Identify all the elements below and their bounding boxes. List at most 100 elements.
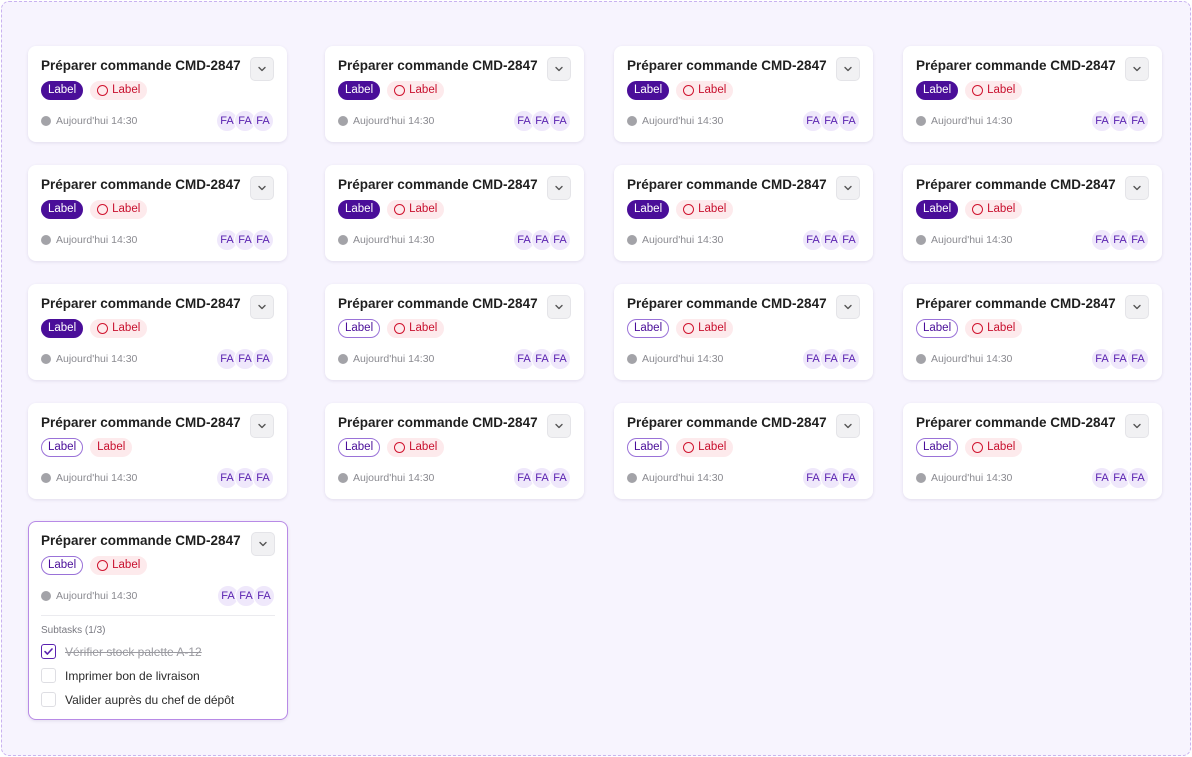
expand-button[interactable] xyxy=(836,295,860,319)
task-card-expanded[interactable]: Préparer commande CMD-2847 Label Label Aujo… xyxy=(28,521,288,720)
task-card[interactable]: Préparer commande CMD-2847 Label Label Aujo… xyxy=(28,403,287,499)
task-card[interactable]: Préparer commande CMD-2847 Label Label Aujo… xyxy=(325,284,584,380)
tag-list: Label Label xyxy=(338,200,571,219)
label-tag[interactable]: Label xyxy=(41,556,84,575)
subtask-item[interactable]: Imprimer bon de livraison xyxy=(41,667,275,684)
avatar[interactable]: FA xyxy=(253,585,275,607)
label-tag-red[interactable]: Label xyxy=(676,319,734,338)
subtask-checkbox[interactable] xyxy=(41,644,56,659)
label-tag[interactable]: Label xyxy=(916,438,959,457)
expand-button[interactable] xyxy=(547,295,571,319)
expand-button[interactable] xyxy=(1125,176,1149,200)
chevron-down-icon xyxy=(1132,302,1142,312)
label-tag[interactable]: Label xyxy=(338,200,381,219)
expand-button[interactable] xyxy=(547,414,571,438)
task-card[interactable]: Préparer commande CMD-2847 Label Label Aujo… xyxy=(325,46,584,142)
task-title: Préparer commande CMD-2847 xyxy=(627,296,827,311)
label-tag[interactable]: Label xyxy=(627,81,670,100)
task-card[interactable]: Préparer commande CMD-2847 Label Label Aujo… xyxy=(28,165,287,261)
avatar[interactable]: FA xyxy=(549,348,571,370)
label-tag-red[interactable]: Label xyxy=(90,200,148,219)
avatar[interactable]: FA xyxy=(838,348,860,370)
label-tag[interactable]: Label xyxy=(41,438,84,457)
label-tag-red[interactable]: Label xyxy=(676,200,734,219)
task-card[interactable]: Préparer commande CMD-2847 Label Label Aujo… xyxy=(903,46,1162,142)
task-card[interactable]: Préparer commande CMD-2847 Label Label Aujo… xyxy=(28,284,287,380)
label-tag[interactable]: Label xyxy=(627,438,670,457)
avatar[interactable]: FA xyxy=(1127,229,1149,251)
assignee-avatars: FA FA FA xyxy=(216,467,274,489)
avatar[interactable]: FA xyxy=(252,348,274,370)
label-tag[interactable]: Label xyxy=(916,200,959,219)
task-card[interactable]: Préparer commande CMD-2847 Label Label Aujo… xyxy=(614,403,873,499)
expand-button[interactable] xyxy=(547,176,571,200)
label-tag-red[interactable]: Label xyxy=(90,438,133,457)
expand-button[interactable] xyxy=(250,57,274,81)
label-tag-red[interactable]: Label xyxy=(387,319,445,338)
label-tag-red[interactable]: Label xyxy=(965,200,1023,219)
expand-button[interactable] xyxy=(1125,57,1149,81)
avatar[interactable]: FA xyxy=(1127,348,1149,370)
avatar[interactable]: FA xyxy=(1127,467,1149,489)
label-tag[interactable]: Label xyxy=(338,81,381,100)
task-card[interactable]: Préparer commande CMD-2847 Label Label Aujo… xyxy=(28,46,287,142)
label-tag[interactable]: Label xyxy=(916,81,959,100)
label-tag-red[interactable]: Label xyxy=(387,200,445,219)
label-tag-red[interactable]: Label xyxy=(965,438,1023,457)
avatar[interactable]: FA xyxy=(838,467,860,489)
expand-button[interactable] xyxy=(1125,414,1149,438)
subtask-checkbox[interactable] xyxy=(41,692,56,707)
avatar[interactable]: FA xyxy=(252,110,274,132)
expand-button[interactable] xyxy=(836,414,860,438)
subtask-checkbox[interactable] xyxy=(41,668,56,683)
label-tag[interactable]: Label xyxy=(41,200,84,219)
expand-button[interactable] xyxy=(250,295,274,319)
avatar[interactable]: FA xyxy=(549,229,571,251)
label-tag-red[interactable]: Label xyxy=(387,81,445,100)
task-card[interactable]: Préparer commande CMD-2847 Label Label Aujo… xyxy=(325,165,584,261)
circle-icon xyxy=(683,85,695,96)
label-tag[interactable]: Label xyxy=(627,319,670,338)
task-card[interactable]: Préparer commande CMD-2847 Label Label Aujo… xyxy=(614,165,873,261)
label-tag-red[interactable]: Label xyxy=(90,81,148,100)
label-tag[interactable]: Label xyxy=(338,438,381,457)
label-tag-red[interactable]: Label xyxy=(676,438,734,457)
label-tag[interactable]: Label xyxy=(41,81,84,100)
expand-button[interactable] xyxy=(1125,295,1149,319)
label-tag[interactable]: Label xyxy=(627,200,670,219)
label-tag[interactable]: Label xyxy=(338,319,381,338)
label-tag-red[interactable]: Label xyxy=(965,81,1023,100)
avatar[interactable]: FA xyxy=(252,229,274,251)
task-card[interactable]: Préparer commande CMD-2847 Label Label Aujo… xyxy=(614,46,873,142)
label-tag-red[interactable]: Label xyxy=(90,556,148,575)
avatar[interactable]: FA xyxy=(549,110,571,132)
subtask-item[interactable]: Valider auprès du chef de dépôt xyxy=(41,691,275,708)
avatar[interactable]: FA xyxy=(838,110,860,132)
label-tag-red[interactable]: Label xyxy=(90,319,148,338)
expand-button[interactable] xyxy=(547,57,571,81)
card-meta: Aujourd'hui 14:30 FA FA FA xyxy=(627,110,860,132)
task-card[interactable]: Préparer commande CMD-2847 Label Label Aujo… xyxy=(903,165,1162,261)
avatar[interactable]: FA xyxy=(549,467,571,489)
avatar[interactable]: FA xyxy=(252,467,274,489)
label-tag[interactable]: Label xyxy=(916,319,959,338)
due-time: Aujourd'hui 14:30 xyxy=(642,353,724,365)
label-tag-red[interactable]: Label xyxy=(965,319,1023,338)
label-tag[interactable]: Label xyxy=(41,319,84,338)
task-card[interactable]: Préparer commande CMD-2847 Label Label Aujo… xyxy=(903,284,1162,380)
subtask-item[interactable]: Vérifier stock palette A-12 xyxy=(41,643,275,660)
avatar[interactable]: FA xyxy=(838,229,860,251)
expand-button[interactable] xyxy=(836,176,860,200)
expand-button[interactable] xyxy=(250,176,274,200)
task-card[interactable]: Préparer commande CMD-2847 Label Label Aujo… xyxy=(903,403,1162,499)
task-card[interactable]: Préparer commande CMD-2847 Label Label Aujo… xyxy=(614,284,873,380)
circle-icon xyxy=(972,323,984,334)
avatar[interactable]: FA xyxy=(1127,110,1149,132)
task-card[interactable]: Préparer commande CMD-2847 Label Label Aujo… xyxy=(325,403,584,499)
expand-button[interactable] xyxy=(250,414,274,438)
label-tag-red[interactable]: Label xyxy=(387,438,445,457)
expand-button[interactable] xyxy=(251,532,275,556)
card-meta: Aujourd'hui 14:30 FA FA FA xyxy=(338,110,571,132)
expand-button[interactable] xyxy=(836,57,860,81)
label-tag-red[interactable]: Label xyxy=(676,81,734,100)
